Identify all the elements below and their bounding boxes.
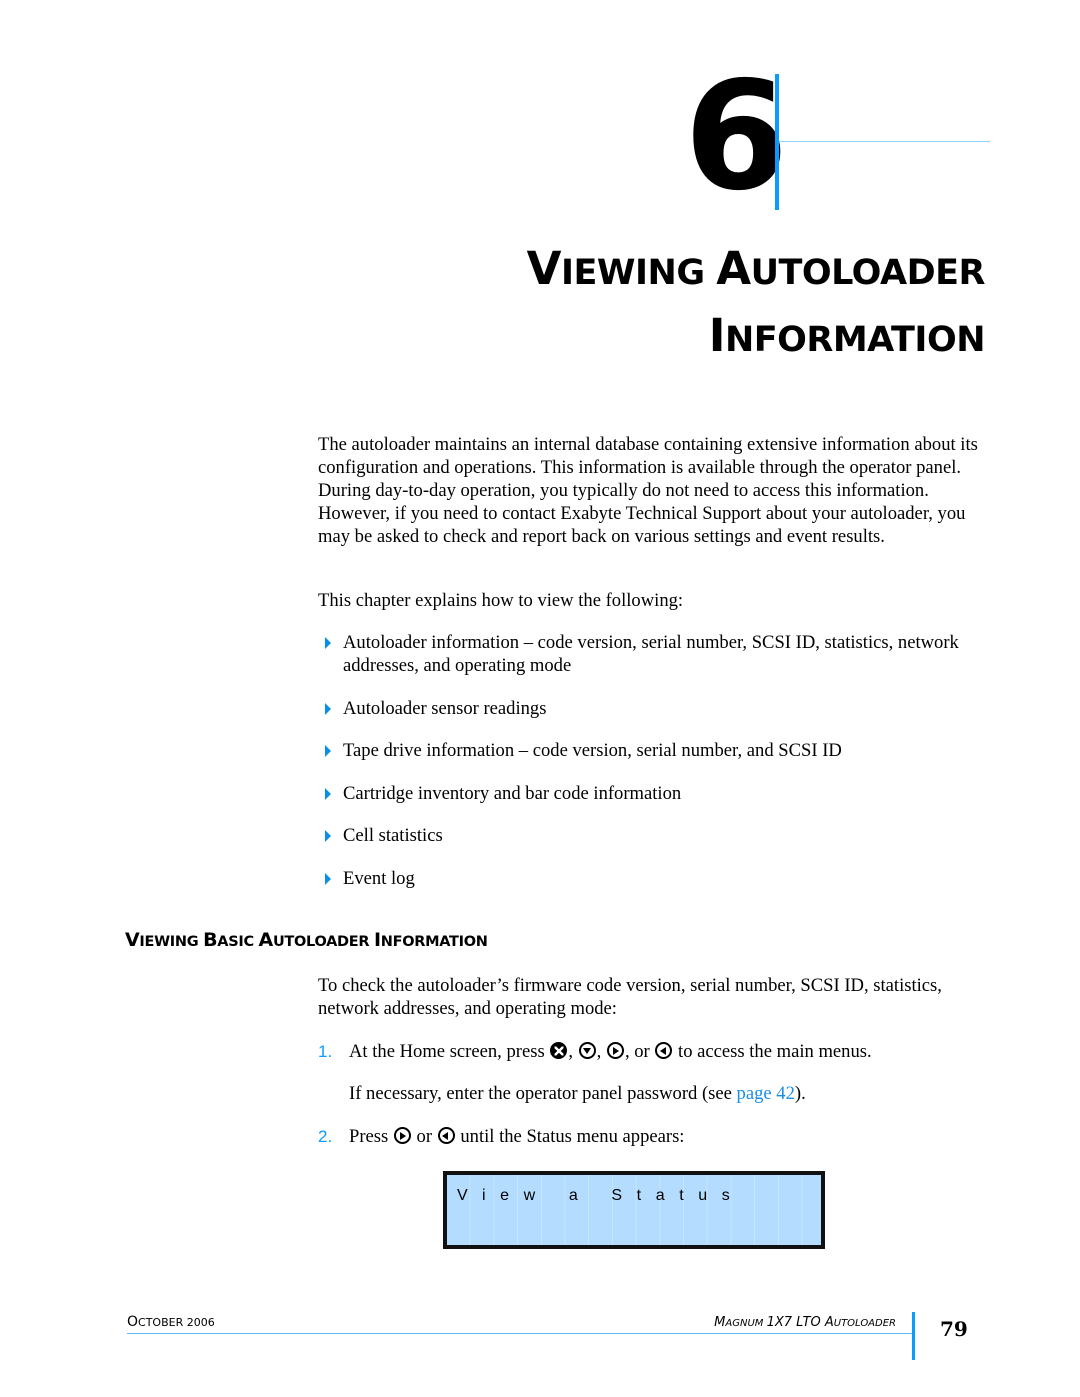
footer-cap: A: [824, 1315, 834, 1330]
heading-rest: UTOLOADER: [272, 934, 374, 950]
title-rest: NFORMATION: [724, 320, 986, 360]
heading-rest: ASIC: [217, 934, 259, 950]
title-rest: UTOLOADER: [750, 253, 986, 293]
step-text: Press: [349, 1126, 393, 1147]
footer-rule: [127, 1333, 913, 1334]
down-arrow-button-icon: [578, 1042, 596, 1059]
heading-cap: A: [258, 929, 274, 951]
chapter-title-line-2: INFORMATION: [708, 309, 986, 371]
heading-rest: IEWING: [139, 934, 204, 950]
page-number: 79: [940, 1317, 968, 1341]
step-text: to access the main menus.: [673, 1041, 872, 1062]
bullet-arrow-icon: [325, 702, 331, 715]
title-cap: A: [716, 242, 751, 295]
chapter-accent-bar: [775, 74, 779, 210]
separator: ,: [596, 1041, 606, 1062]
list-item: Event log: [318, 867, 988, 890]
intro-lead: This chapter explains how to view the fo…: [318, 590, 684, 611]
bullet-arrow-icon: [325, 745, 331, 757]
list-item: Cell statistics: [318, 824, 988, 847]
step-1-note: If necessary, enter the operator panel p…: [349, 1082, 806, 1105]
chapter-number: 6: [684, 50, 788, 224]
footer-cap: O: [127, 1314, 139, 1330]
footer-cap: 1X7 LTO: [766, 1315, 825, 1330]
list-item: Cartridge inventory and bar code informa…: [318, 782, 988, 805]
list-item-text: Cartridge inventory and bar code informa…: [343, 782, 682, 804]
footer-rest: CTOBER: [138, 1316, 187, 1329]
enter-button-icon: [550, 1042, 568, 1059]
list-item-text: Event log: [343, 867, 415, 889]
list-item-text: Cell statistics: [343, 825, 443, 846]
list-item-text: Tape drive information – code version, s…: [343, 740, 842, 761]
step-2: 2. Press or until the Status menu appears…: [318, 1125, 684, 1148]
step-number: 1.: [318, 1042, 333, 1061]
title-cap: I: [708, 309, 726, 362]
section-heading: VIEWING BASIC AUTOLOADER INFORMATION: [125, 929, 488, 951]
title-rest: IEWING: [560, 253, 717, 293]
footer-date: OCTOBER 2006: [127, 1311, 215, 1330]
bullet-arrow-icon: [325, 830, 331, 842]
step-number: 2.: [318, 1127, 333, 1146]
bullet-arrow-icon: [325, 872, 331, 885]
heading-cap: V: [125, 929, 140, 951]
list-item-text: Autoloader information – code version, s…: [343, 632, 959, 676]
heading-cap: B: [203, 929, 218, 951]
chapter-title-line-1: VIEWING AUTOLOADER: [526, 242, 986, 304]
bullet-arrow-icon: [325, 637, 331, 649]
note-text: ).: [794, 1083, 806, 1104]
list-item: Autoloader information – code version, s…: [318, 631, 988, 677]
step-1: 1. At the Home screen, press , , , or to …: [318, 1040, 872, 1063]
right-arrow-button-icon: [606, 1042, 624, 1059]
heading-rest: NFORMATION: [380, 934, 488, 950]
title-cap: V: [526, 242, 562, 295]
step-text: until the Status menu appears:: [455, 1126, 685, 1147]
bullet-arrow-icon: [325, 787, 331, 800]
footer-accent-bar: [912, 1312, 915, 1360]
step-text: At the Home screen, press: [349, 1041, 550, 1062]
page-link[interactable]: page 42: [737, 1083, 795, 1104]
list-item-text: Autoloader sensor readings: [343, 697, 547, 719]
chapter-rule: [779, 141, 990, 142]
right-arrow-button-icon: [393, 1127, 411, 1144]
left-arrow-button-icon: [655, 1042, 673, 1059]
footer-rest: AGNUM: [725, 1318, 767, 1329]
note-text: If necessary, enter the operator panel p…: [349, 1083, 737, 1104]
separator: , or: [624, 1041, 655, 1062]
footer-rest: 2006: [186, 1316, 215, 1329]
left-arrow-button-icon: [437, 1127, 455, 1144]
separator: or: [411, 1126, 437, 1147]
list-item: Autoloader sensor readings: [318, 697, 988, 720]
footer-cap: M: [714, 1315, 726, 1330]
list-item: Tape drive information – code version, s…: [318, 739, 988, 762]
topics-list: Autoloader information – code version, s…: [318, 631, 988, 909]
lcd-text: View a Status: [457, 1187, 745, 1204]
lcd-display: View a Status: [443, 1171, 825, 1249]
heading-cap: I: [373, 929, 381, 951]
section-intro: To check the autoloader’s firmware code …: [318, 975, 942, 1019]
separator: ,: [568, 1041, 578, 1062]
footer-product: MAGNUM 1X7 LTO AUTOLOADER: [714, 1311, 896, 1330]
footer-rest: UTOLOADER: [833, 1318, 896, 1329]
intro-paragraph: The autoloader maintains an internal dat…: [318, 434, 978, 547]
